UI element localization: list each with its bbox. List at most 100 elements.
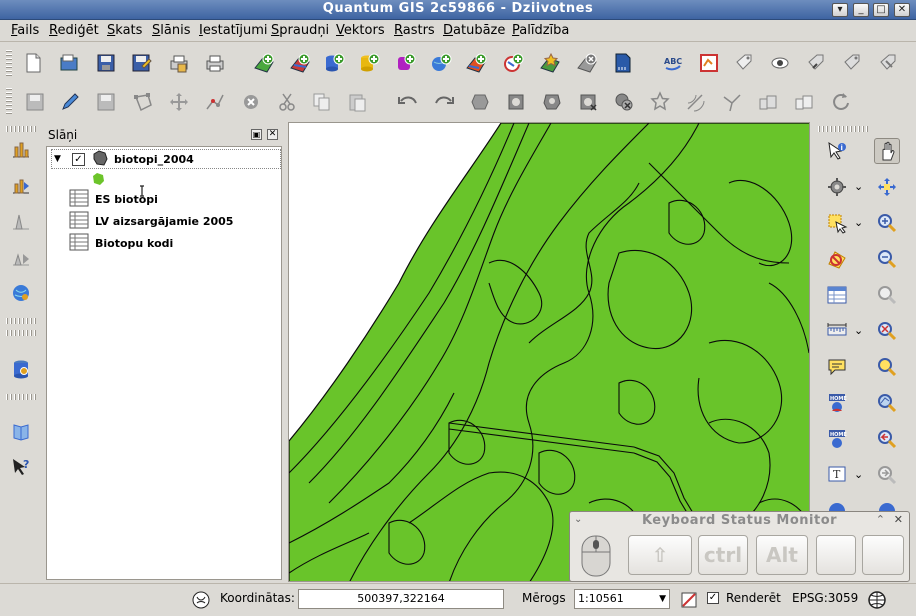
menu-vector[interactable]: Vektors — [336, 23, 385, 38]
attribute-table-icon[interactable] — [824, 282, 850, 308]
layer-visibility-checkbox[interactable]: ✓ — [72, 152, 85, 166]
save-edits-icon[interactable] — [22, 89, 48, 115]
menu-fails[interactable]: Fails — [11, 23, 39, 38]
scale-combobox[interactable]: 1:10561 ▼ — [574, 589, 670, 609]
save-as-icon[interactable] — [128, 50, 154, 76]
histogram-icon[interactable] — [8, 136, 34, 162]
zoom-out-icon[interactable] — [874, 246, 900, 272]
zoom-full-icon[interactable] — [874, 318, 900, 344]
chevron-down-icon[interactable]: ⌄ — [854, 324, 863, 337]
menu-layer[interactable]: Slānis — [152, 23, 190, 38]
zoom-native-icon[interactable] — [874, 282, 900, 308]
help-contents-icon[interactable] — [8, 418, 34, 444]
measure-line-icon[interactable] — [824, 318, 850, 344]
undo-icon[interactable] — [395, 89, 421, 115]
offset-curve-icon[interactable] — [683, 89, 709, 115]
add-ring-icon[interactable] — [503, 89, 529, 115]
toolbar-grip[interactable] — [6, 318, 36, 324]
menu-raster[interactable]: Rastrs — [394, 23, 435, 38]
rotate-point-symbols-icon[interactable] — [827, 89, 853, 115]
add-wfs-icon[interactable] — [500, 50, 526, 76]
minimize-window-button[interactable]: _ — [853, 3, 869, 17]
add-wcs-icon[interactable] — [463, 50, 489, 76]
chevron-down-icon[interactable]: ⌄ — [854, 216, 863, 229]
text-annotation-icon[interactable]: T — [824, 462, 850, 488]
render-checkbox[interactable]: ✓ — [707, 592, 719, 604]
toolbar-grip[interactable] — [6, 88, 12, 114]
zoom-last-icon[interactable] — [874, 426, 900, 452]
save-project-icon[interactable] — [93, 50, 119, 76]
merge-attributes-icon[interactable] — [791, 89, 817, 115]
paste-icon[interactable] — [344, 89, 370, 115]
whats-this-icon[interactable]: ? — [8, 454, 34, 480]
menu-view[interactable]: Skats — [107, 23, 142, 38]
menu-edit[interactable]: Rediģēt — [49, 23, 99, 38]
tag-edit-icon[interactable] — [803, 50, 829, 76]
plugin-editor-icon[interactable] — [696, 50, 722, 76]
add-raster-icon[interactable] — [251, 50, 277, 76]
stretch-histogram-icon[interactable] — [8, 208, 34, 234]
move-feature-icon[interactable] — [166, 89, 192, 115]
delete-selected-icon[interactable] — [238, 89, 264, 115]
tag-settings-icon[interactable] — [875, 50, 901, 76]
redo-icon[interactable] — [431, 89, 457, 115]
open-project-icon[interactable] — [56, 50, 82, 76]
crs-label[interactable]: EPSG:3059 — [792, 591, 858, 605]
toggle-editing-icon[interactable] — [57, 89, 83, 115]
toolbar-grip[interactable] — [6, 126, 36, 132]
copy-icon[interactable] — [309, 89, 335, 115]
increase-brightness-icon[interactable] — [8, 244, 34, 270]
add-vector-icon[interactable] — [287, 50, 313, 76]
menu-plugins[interactable]: Spraudņi — [271, 23, 329, 38]
wms-globe-icon[interactable] — [8, 280, 34, 306]
tag-icon[interactable] — [731, 50, 757, 76]
local-histogram-stretch-icon[interactable] — [8, 172, 34, 198]
close-icon[interactable]: ✕ — [894, 513, 903, 526]
identify-features-icon[interactable]: i — [824, 138, 850, 164]
new-vector-layer-icon[interactable] — [537, 50, 563, 76]
layer-biotopi-2004[interactable]: ▼ ✓ biotopi_2004 — [51, 149, 281, 169]
print-icon[interactable] — [202, 50, 228, 76]
reshape-features-icon[interactable] — [647, 89, 673, 115]
split-features-icon[interactable] — [719, 89, 745, 115]
close-panel-icon[interactable]: ✕ — [267, 129, 278, 140]
add-postgis-icon[interactable] — [321, 50, 347, 76]
zoom-to-layer-icon[interactable] — [874, 390, 900, 416]
maximize-button[interactable]: □ — [873, 3, 889, 17]
remove-layer-icon[interactable] — [574, 50, 600, 76]
new-geopackage-icon[interactable] — [610, 50, 636, 76]
add-mssql-icon[interactable] — [392, 50, 418, 76]
cut-icon[interactable] — [274, 89, 300, 115]
toolbar-grip[interactable] — [6, 50, 12, 76]
show-bookmarks-icon[interactable]: HOME — [824, 426, 850, 452]
chevron-up-icon[interactable]: ⌃ — [876, 513, 885, 526]
toolbar-grip[interactable] — [818, 126, 868, 132]
chevron-down-icon[interactable]: ⌄ — [854, 180, 863, 193]
node-tool-icon[interactable] — [202, 89, 228, 115]
coordinates-field[interactable]: 500397,322164 — [298, 589, 504, 609]
title-bar[interactable]: Quantum GIS 2c59866 - Dziivotnes ▾ _ □ ✕ — [0, 0, 916, 20]
zoom-next-icon[interactable] — [874, 462, 900, 488]
simplify-feature-icon[interactable] — [467, 89, 493, 115]
print-composer-icon[interactable] — [166, 50, 192, 76]
pan-to-selection-icon[interactable] — [874, 174, 900, 200]
deselect-features-icon[interactable] — [824, 246, 850, 272]
select-features-icon[interactable] — [824, 210, 850, 236]
crs-globe-icon[interactable] — [864, 587, 890, 613]
chevron-down-icon[interactable]: ⌄ — [854, 468, 863, 481]
save-layer-edits-icon[interactable] — [93, 89, 119, 115]
chevron-down-icon[interactable]: ▼ — [659, 590, 666, 608]
add-part-icon[interactable] — [539, 89, 565, 115]
float-panel-icon[interactable]: ▣ — [251, 129, 262, 140]
stop-rendering-icon[interactable] — [676, 587, 702, 613]
add-wms-icon[interactable] — [428, 50, 454, 76]
new-bookmark-icon[interactable]: HOME — [824, 390, 850, 416]
minimize-button[interactable]: ▾ — [832, 3, 848, 17]
layer-biotopu-kodi[interactable]: Biotopu kodi — [69, 233, 173, 253]
layer-lv-aizsargajamie[interactable]: LV aizsargājamie 2005 — [69, 211, 233, 231]
menu-help[interactable]: Palīdzība — [512, 23, 569, 38]
layers-tree[interactable]: ▼ ✓ biotopi_2004 ES biotopi LV aizsargāj… — [46, 146, 282, 580]
toggle-coordinates-icon[interactable] — [188, 587, 214, 613]
toolbar-grip[interactable] — [6, 330, 36, 336]
add-spatialite-icon[interactable] — [356, 50, 382, 76]
